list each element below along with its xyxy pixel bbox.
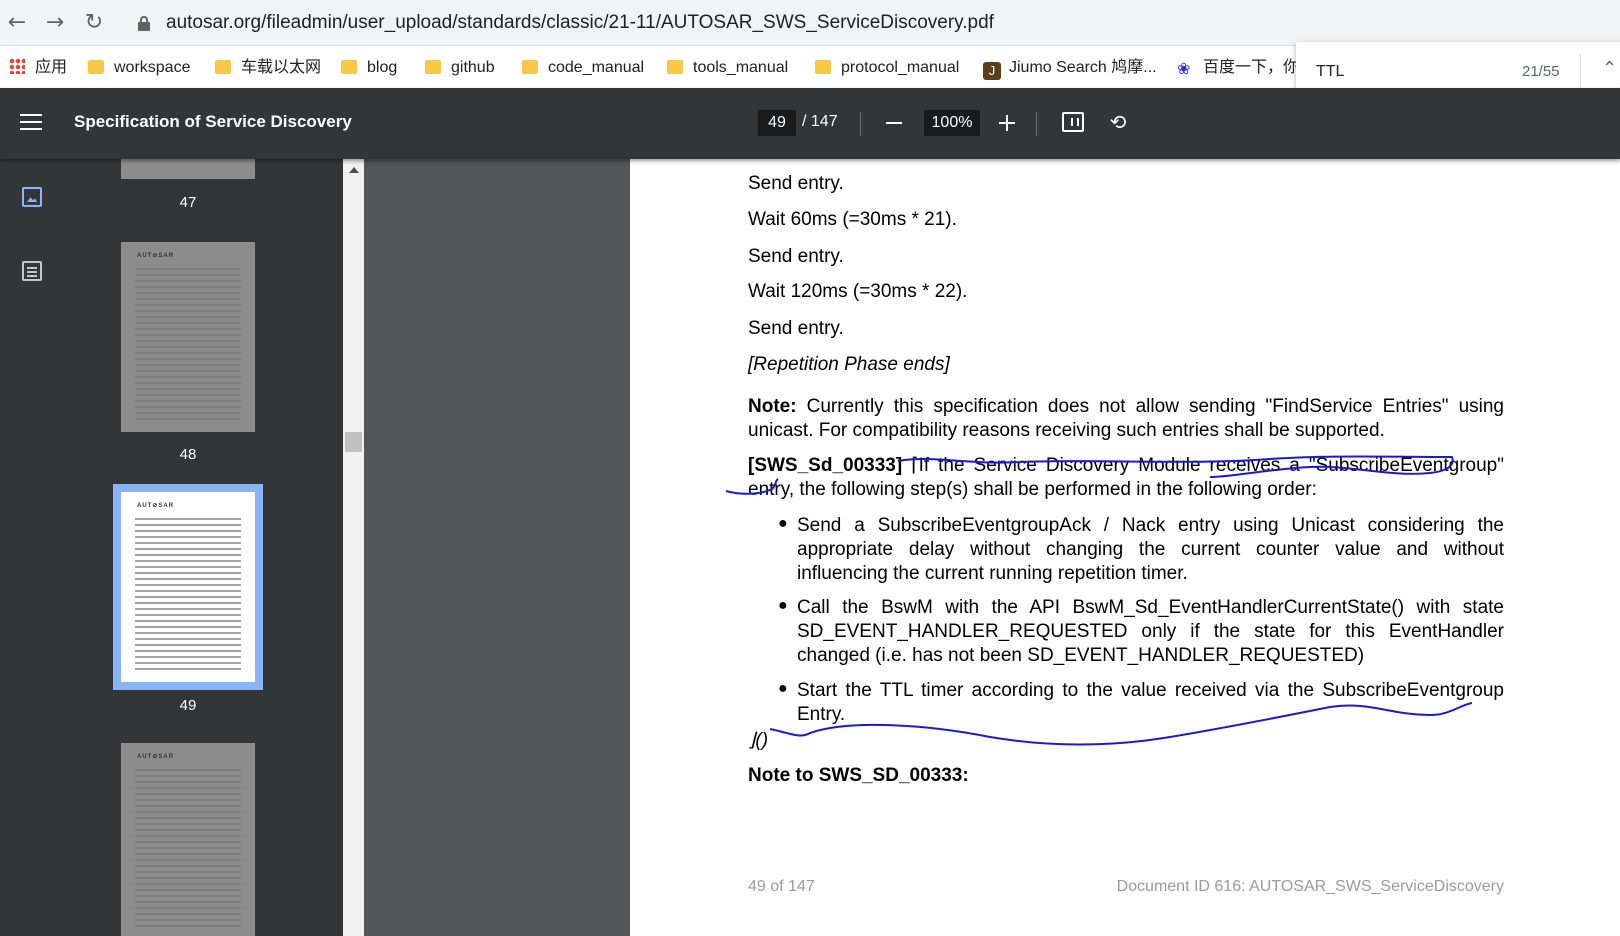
document-title: Specification of Service Discovery <box>74 112 352 131</box>
sidebar-scrollbar[interactable] <box>343 159 364 936</box>
folder-icon <box>215 60 231 74</box>
note-heading: Note to SWS_SD_00333: <box>748 765 969 786</box>
scroll-up-arrow-icon[interactable] <box>349 167 359 173</box>
hamburger-menu-icon[interactable] <box>20 114 42 132</box>
bullet-item: Call the BswM with the API BswM_Sd_Event… <box>797 597 1504 666</box>
bullet-dot: ● <box>778 597 788 614</box>
page-thumbnail-47[interactable] <box>121 159 255 179</box>
scrollbar-thumb[interactable] <box>345 432 362 452</box>
zoom-level-input[interactable]: 100% <box>924 110 980 136</box>
forward-arrow-icon[interactable]: → <box>40 8 70 38</box>
doc-line: Send entry. <box>748 173 844 194</box>
requirement-id: [SWS_Sd_00333] <box>748 455 903 476</box>
thumbnail-sidebar: 47 AUT⊘SAR 48 AUT⊘SAR 49 AUT⊘SAR <box>0 159 343 936</box>
bullet-item: Start the TTL timer according to the val… <box>797 680 1504 725</box>
bullet-item: Send a SubscribeEventgroupAck / Nack ent… <box>797 515 1504 584</box>
thumbnail-label-49: 49 <box>179 697 197 714</box>
page-thumbnail-49[interactable]: AUT⊘SAR <box>113 484 263 690</box>
zoom-in-icon-vertical[interactable] <box>1006 115 1008 131</box>
footer-page-number: 49 of 147 <box>748 878 815 895</box>
page-thumbnail-50[interactable]: AUT⊘SAR <box>121 743 255 936</box>
thumbnail-list: 47 AUT⊘SAR 48 AUT⊘SAR 49 AUT⊘SAR <box>0 159 343 936</box>
bookmark-protocol-manual[interactable]: protocol_manual <box>815 57 959 79</box>
doc-line: Wait 60ms (=30ms * 21). <box>748 209 957 230</box>
doc-line: Send entry. <box>748 318 844 339</box>
folder-icon <box>815 60 831 74</box>
pdf-page: Send entry. Wait 60ms (=30ms * 21). Send… <box>630 159 1620 936</box>
page-total: / 147 <box>802 113 838 130</box>
bullet-dot: ● <box>778 680 788 697</box>
note-paragraph: Note: Currently this specification does … <box>748 395 1504 443</box>
browser-toolbar: ← → ↻ autosar.org/fileadmin/user_upload/… <box>0 0 1620 46</box>
folder-icon <box>667 60 683 74</box>
back-arrow-icon[interactable]: ← <box>2 8 32 38</box>
page-thumbnail-48[interactable]: AUT⊘SAR <box>121 242 255 432</box>
folder-icon <box>88 60 104 74</box>
bullet-dot: ● <box>778 515 788 532</box>
fit-to-page-icon[interactable] <box>1062 112 1084 132</box>
requirement-end: ⌋() <box>748 730 769 751</box>
baidu-paw-icon: ❀ <box>1177 61 1191 78</box>
bookmark-jiumo-search[interactable]: J Jiumo Search 鸠摩... <box>983 57 1157 80</box>
apps-grid-icon <box>9 58 25 74</box>
find-match-count: 21/55 <box>1522 63 1560 80</box>
note-label: Note: <box>748 396 797 417</box>
thumbnail-label-47: 47 <box>179 194 197 211</box>
zoom-out-icon[interactable] <box>886 122 902 124</box>
rotate-icon[interactable]: ⟲ <box>1105 109 1131 135</box>
find-input[interactable]: TTL <box>1316 63 1344 81</box>
bookmark-apps[interactable]: 应用 <box>9 57 67 79</box>
footer-document-id: Document ID 616: AUTOSAR_SWS_ServiceDisc… <box>1116 878 1504 895</box>
bookmark-tools-manual[interactable]: tools_manual <box>667 57 788 79</box>
reload-icon[interactable]: ↻ <box>79 8 109 38</box>
folder-icon <box>425 60 441 74</box>
requirement-paragraph: [SWS_Sd_00333] ⌈If the Service Discovery… <box>748 454 1504 502</box>
bookmark-workspace[interactable]: workspace <box>88 57 190 79</box>
doc-line: Send entry. <box>748 246 844 267</box>
doc-line: Wait 120ms (=30ms * 22). <box>748 281 968 302</box>
thumbnail-label-48: 48 <box>179 446 197 463</box>
bookmark-github[interactable]: github <box>425 57 495 79</box>
lock-icon[interactable] <box>138 16 150 31</box>
page-number-input[interactable]: 49 <box>758 110 796 136</box>
url-text[interactable]: autosar.org/fileadmin/user_upload/standa… <box>166 12 994 34</box>
note-text: Currently this specification does not al… <box>748 396 1504 441</box>
bookmark-vehicle-ethernet[interactable]: 车载以太网 <box>215 57 321 79</box>
bookmark-baidu[interactable]: ❀ 百度一下，你 <box>1177 57 1299 79</box>
doc-line-italic: [Repetition Phase ends] <box>748 354 950 375</box>
find-divider <box>1580 54 1581 90</box>
bookmark-blog[interactable]: blog <box>341 57 397 79</box>
pdf-toolbar: Specification of Service Discovery 49 / … <box>0 88 1620 159</box>
folder-icon <box>341 60 357 74</box>
bookmark-code-manual[interactable]: code_manual <box>522 57 644 79</box>
folder-icon <box>522 60 538 74</box>
jiumo-icon: J <box>983 62 1001 80</box>
toolbar-divider <box>860 112 861 136</box>
chevron-up-icon[interactable]: ⌃ <box>1602 58 1617 79</box>
toolbar-divider <box>1036 112 1037 136</box>
